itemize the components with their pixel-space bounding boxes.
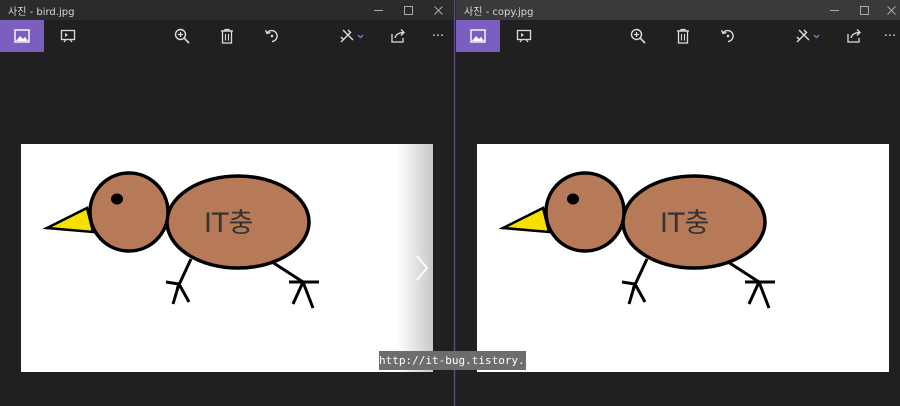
- window-title: 사진 - bird.jpg: [8, 7, 75, 18]
- minimize-icon: [373, 9, 383, 11]
- edit-draw-icon: [796, 29, 820, 43]
- zoom-in-icon: [630, 28, 646, 44]
- close-button[interactable]: [876, 0, 900, 20]
- toolbar: ···: [456, 20, 900, 52]
- slideshow-icon: [516, 29, 532, 43]
- slideshow-icon: [60, 29, 76, 43]
- maximize-button[interactable]: [849, 0, 879, 20]
- image-text: IT충: [204, 208, 253, 239]
- maximize-icon: [403, 5, 413, 15]
- more-button[interactable]: ···: [868, 20, 900, 52]
- next-button[interactable]: [415, 254, 429, 286]
- zoom-in-button[interactable]: [160, 20, 204, 52]
- close-icon: [433, 5, 443, 15]
- share-icon: [391, 29, 405, 43]
- minimize-icon: [829, 9, 839, 11]
- rotate-button[interactable]: [250, 20, 294, 52]
- maximize-button[interactable]: [393, 0, 423, 20]
- rotate-icon: [720, 29, 734, 43]
- chevron-right-icon: [416, 255, 429, 281]
- photo-view-icon: [14, 29, 30, 43]
- title-bar[interactable]: 사진 - copy.jpg: [456, 0, 900, 20]
- bird-drawing: IT충: [498, 171, 775, 309]
- minimize-button[interactable]: [819, 0, 849, 20]
- slideshow-button[interactable]: [46, 20, 90, 52]
- delete-icon: [221, 28, 233, 44]
- window-title: 사진 - copy.jpg: [464, 7, 534, 18]
- zoom-in-button[interactable]: [616, 20, 660, 52]
- slideshow-button[interactable]: [502, 20, 546, 52]
- close-icon: [886, 5, 896, 15]
- photo-view-button[interactable]: [0, 20, 44, 52]
- photos-window-copy: 사진 - copy.jpg ··· IT충: [456, 0, 900, 406]
- close-button[interactable]: [423, 0, 453, 20]
- edit-draw-button[interactable]: [330, 20, 374, 52]
- toolbar: ···: [0, 20, 453, 52]
- share-icon: [847, 29, 861, 43]
- more-icon: ···: [431, 28, 445, 44]
- edit-draw-icon: [340, 29, 364, 43]
- more-button[interactable]: ···: [416, 20, 453, 52]
- more-icon: ···: [883, 28, 897, 44]
- photos-window-bird: 사진 - bird.jpg ··· IT충: [0, 0, 453, 406]
- watermark-url: http://it-bug.tistory.com: [379, 351, 545, 370]
- bird-drawing: IT충: [42, 171, 319, 309]
- edit-draw-button[interactable]: [786, 20, 830, 52]
- title-bar[interactable]: 사진 - bird.jpg: [0, 0, 453, 20]
- delete-icon: [677, 28, 689, 44]
- maximize-icon: [859, 5, 869, 15]
- photo-view-icon: [470, 29, 486, 43]
- delete-button[interactable]: [661, 20, 705, 52]
- photo-canvas[interactable]: IT충: [21, 144, 433, 372]
- zoom-in-icon: [174, 28, 190, 44]
- delete-button[interactable]: [205, 20, 249, 52]
- minimize-button[interactable]: [363, 0, 393, 20]
- photo-canvas[interactable]: IT충: [477, 144, 889, 372]
- rotate-icon: [264, 29, 278, 43]
- photo-view-button[interactable]: [456, 20, 500, 52]
- image-text: IT충: [660, 208, 709, 239]
- rotate-button[interactable]: [706, 20, 750, 52]
- share-button[interactable]: [376, 20, 420, 52]
